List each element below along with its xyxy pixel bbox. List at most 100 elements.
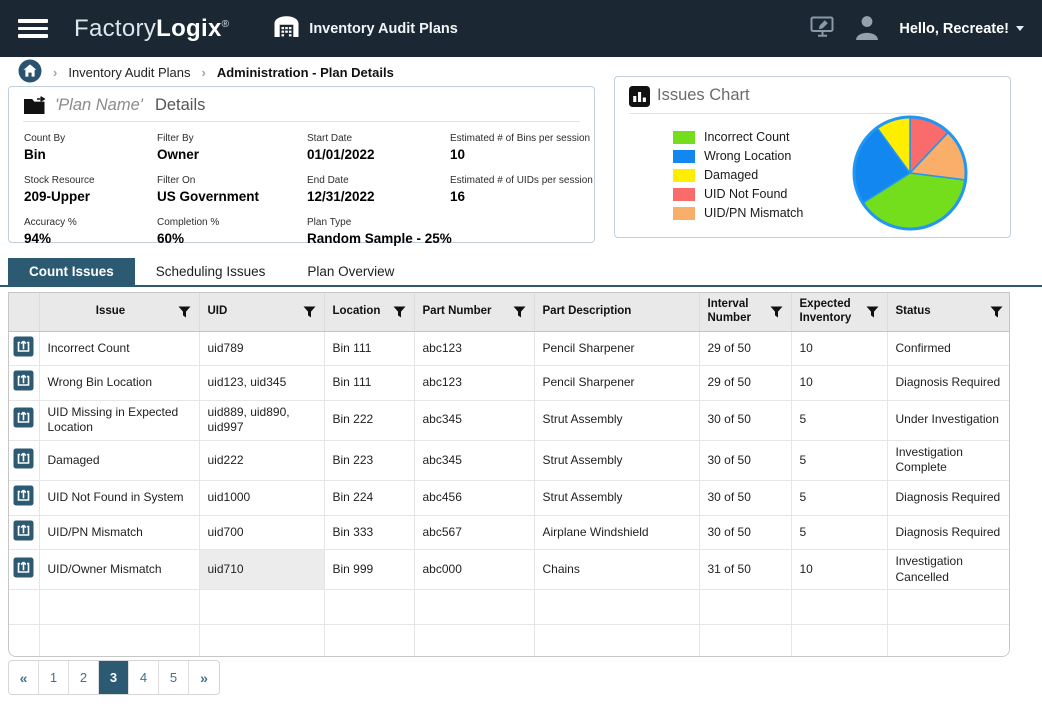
cell-interval: 29 of 50 [699,331,791,366]
plan-details-panel: 'Plan Name' Details Count By Bin Filter … [8,86,595,243]
cell-status: Diagnosis Required [887,515,1010,550]
field-value: 16 [450,189,593,204]
pagination-page-4[interactable]: 4 [129,661,159,694]
cell-interval: 30 of 50 [699,515,791,550]
cell-expected: 10 [791,331,887,366]
field-value: Bin [24,147,157,162]
open-row-icon[interactable] [13,557,34,578]
legend-swatch-incorrect-count [673,131,695,144]
pagination-page-5[interactable]: 5 [159,661,189,694]
cell-issue: UID/Owner Mismatch [39,550,199,590]
issues-chart-body: Incorrect Count Wrong Location Damaged U… [615,116,1010,234]
cell-location: Bin 224 [324,481,414,516]
home-icon[interactable] [18,59,42,86]
open-row-icon[interactable] [13,336,34,357]
legend-item: Wrong Location [673,148,803,165]
filter-icon[interactable] [866,306,879,318]
table-row: UID/PN Mismatch uid700 Bin 333 abc567 Ai… [9,515,1010,550]
cell-interval: 29 of 50 [699,366,791,401]
column-label: Expected Inventory [800,298,862,326]
legend-item: Damaged [673,167,803,184]
cell-uid: uid710 [199,550,324,590]
row-icon-cell [9,400,39,440]
table-row: UID Missing in Expected Location uid889,… [9,400,1010,440]
row-icon-cell [9,625,39,656]
row-icon-cell [9,366,39,401]
cell-part-description: Strut Assembly [534,400,699,440]
cell-status: Diagnosis Required [887,481,1010,516]
tab-plan-overview[interactable]: Plan Overview [286,258,415,285]
field-value: 01/01/2022 [307,147,450,162]
empty-cell [534,590,699,625]
cell-issue: UID Missing in Expected Location [39,400,199,440]
empty-cell [199,625,324,656]
row-icon-cell [9,440,39,480]
tab-scheduling-issues[interactable]: Scheduling Issues [135,258,287,285]
field-label: Count By [24,133,157,144]
open-row-icon[interactable] [13,407,34,428]
issues-chart-panel: Issues Chart Incorrect Count Wrong Locat… [614,76,1011,238]
pagination-next[interactable]: » [189,661,219,694]
bar-chart-icon [629,86,650,107]
legend-label: Wrong Location [704,149,791,163]
plan-name-placeholder: 'Plan Name' [55,96,143,115]
table-row: UID/Owner Mismatch uid710 Bin 999 abc000… [9,550,1010,590]
pagination-page-1[interactable]: 1 [39,661,69,694]
cell-part-description: Strut Assembly [534,440,699,480]
filter-icon[interactable] [393,306,406,318]
menu-icon[interactable] [18,19,48,38]
empty-cell [414,625,534,656]
legend-swatch-damaged [673,169,695,182]
empty-cell [699,590,791,625]
field-value: 60% [157,231,307,246]
cell-part-description: Pencil Sharpener [534,366,699,401]
open-row-icon[interactable] [13,485,34,506]
open-row-icon[interactable] [13,520,34,541]
user-menu[interactable]: Hello, Recreate! [899,21,1024,37]
filter-icon[interactable] [990,306,1003,318]
user-avatar-icon[interactable] [853,13,881,45]
column-label: Location [333,305,389,319]
cell-location: Bin 222 [324,400,414,440]
chevron-right-icon: › [201,65,205,80]
pagination-page-2[interactable]: 2 [69,661,99,694]
field-label: Filter By [157,133,307,144]
column-header-location: Location [324,293,414,331]
breadcrumb-current-page: Administration - Plan Details [217,65,394,80]
cell-issue: UID/PN Mismatch [39,515,199,550]
field-count-by: Count By Bin [24,133,157,162]
column-label: UID [208,305,299,319]
empty-cell [39,625,199,656]
field-value: Random Sample - 25% [307,231,450,246]
chevron-right-icon: › [53,65,57,80]
filter-icon[interactable] [770,306,783,318]
field-value: 94% [24,231,157,246]
cell-part-description: Pencil Sharpener [534,331,699,366]
pagination-prev[interactable]: « [9,661,39,694]
cell-part-number: abc456 [414,481,534,516]
column-label: Interval Number [708,298,766,326]
open-row-icon[interactable] [13,448,34,469]
pagination-page-3[interactable]: 3 [99,661,129,694]
field-label: Filter On [157,175,307,186]
cell-status: Diagnosis Required [887,366,1010,401]
monitor-edit-icon[interactable] [810,16,835,42]
cell-location: Bin 111 [324,366,414,401]
filter-icon[interactable] [178,306,191,318]
filter-icon[interactable] [303,306,316,318]
tab-count-issues[interactable]: Count Issues [8,258,135,285]
breadcrumb-link-inventory-audit-plans[interactable]: Inventory Audit Plans [68,65,190,80]
filter-icon[interactable] [513,306,526,318]
cell-uid: uid1000 [199,481,324,516]
field-label: Plan Type [307,217,450,228]
field-end-date: End Date 12/31/2022 [307,175,450,204]
open-row-icon[interactable] [13,370,34,391]
row-icon-cell [9,481,39,516]
cell-part-number: abc123 [414,331,534,366]
field-label: Estimated # of UIDs per session [450,175,593,186]
table-row: UID Not Found in System uid1000 Bin 224 … [9,481,1010,516]
cell-uid: uid889, uid890, uid997 [199,400,324,440]
table-row-empty [9,625,1010,656]
inventory-audit-plans-page: FactoryLogix® Inventory Audit Plans [0,0,1042,711]
field-stock-resource: Stock Resource 209-Upper [24,175,157,204]
